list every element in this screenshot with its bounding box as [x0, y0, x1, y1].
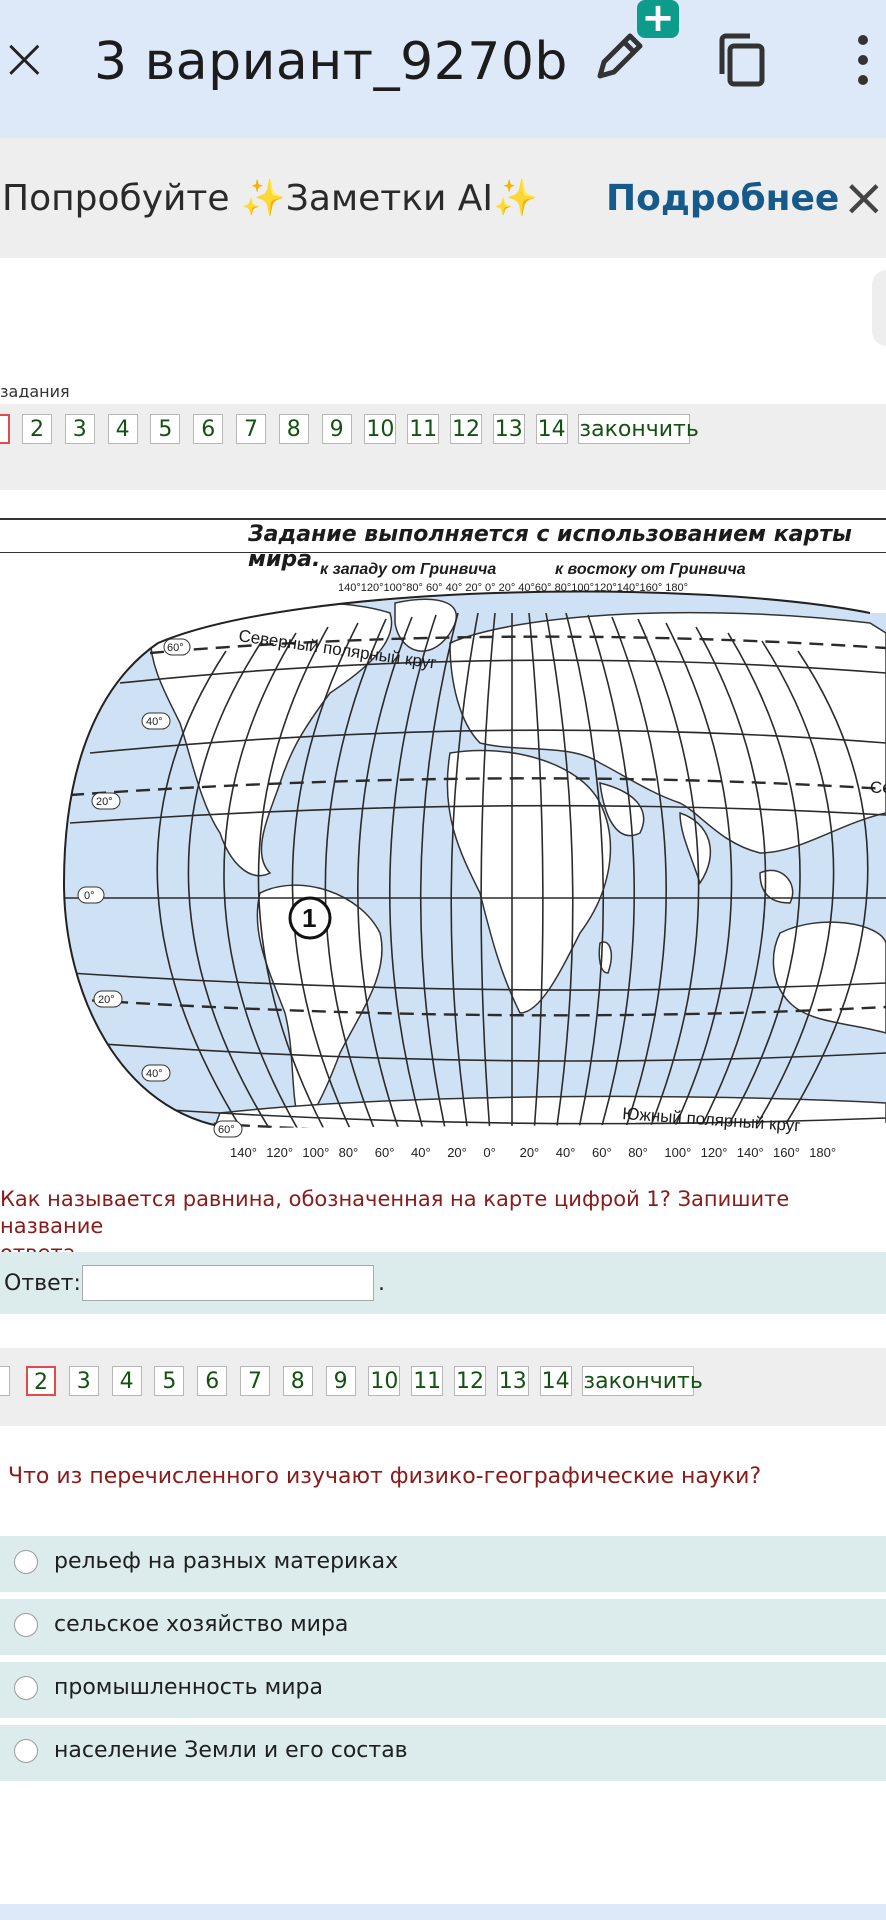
lat-label: 60°: [167, 642, 184, 654]
bottom-degree-tick: 120°: [701, 1145, 728, 1160]
bottom-degree-tick: 80°: [339, 1145, 359, 1160]
radio-button[interactable]: [14, 1739, 38, 1763]
page-button-12[interactable]: 12: [454, 1366, 486, 1396]
lat-label: 40°: [146, 716, 163, 728]
bottom-degree-tick: 40°: [556, 1145, 576, 1160]
answer-option[interactable]: промышленность мира: [0, 1662, 886, 1718]
page-button-4[interactable]: 4: [111, 1366, 142, 1396]
bottom-bar: [0, 1904, 886, 1920]
bottom-degree-tick: 100°: [302, 1145, 329, 1160]
bottom-degree-tick: 100°: [664, 1145, 691, 1160]
page-button-5[interactable]: 5: [150, 414, 181, 444]
west-label: к западу от Гринвича: [320, 561, 496, 578]
map-cut-label: Се: [870, 778, 886, 797]
page-button-8[interactable]: 8: [278, 414, 309, 444]
answer-option-label: население Земли и его состав: [54, 1738, 408, 1763]
page-button-9[interactable]: 9: [325, 1366, 356, 1396]
bottom-degree-tick: 40°: [411, 1145, 431, 1160]
close-icon[interactable]: ×: [0, 29, 49, 87]
answer-option-label: рельеф на разных материках: [54, 1549, 399, 1574]
east-label: к востоку от Гринвича: [555, 561, 746, 578]
answer-option-label: сельское хозяйство мира: [54, 1612, 349, 1637]
page-button-4[interactable]: 4: [107, 414, 138, 444]
page-button-11[interactable]: 11: [407, 414, 440, 444]
answer-option[interactable]: сельское хозяйство мира: [0, 1599, 886, 1655]
page-button-6[interactable]: 6: [193, 414, 224, 444]
finish-button[interactable]: закончить: [582, 1366, 703, 1396]
promo-learn-more-link[interactable]: Подробнее: [606, 175, 839, 223]
lat-label: 20°: [98, 994, 115, 1006]
side-scroll-handle[interactable]: [872, 270, 886, 346]
radio-button[interactable]: [14, 1676, 38, 1700]
answer-option-label: промышленность мира: [54, 1675, 323, 1700]
bottom-degree-tick: 60°: [375, 1145, 395, 1160]
more-vertical-icon[interactable]: [856, 32, 870, 88]
page-button-7[interactable]: 7: [240, 1366, 270, 1396]
bottom-degree-tick: 80°: [628, 1145, 648, 1160]
bottom-degree-scale: 140° 120° 100° 80° 60° 40° 20° 0° 20° 40° 60° 80° 10…: [230, 1145, 836, 1160]
document-title: 3 вариант_9270b: [94, 32, 568, 92]
lat-label: 40°: [146, 1068, 163, 1080]
page-button-14[interactable]: 14: [535, 414, 568, 444]
lat-label: 0°: [84, 890, 95, 902]
promo-text: Попробуйте ✨Заметки AI✨: [2, 178, 538, 219]
finish-button[interactable]: закончить: [578, 414, 699, 444]
answer-input[interactable]: [82, 1265, 374, 1301]
page-button-14[interactable]: 14: [539, 1366, 572, 1396]
page-button-2[interactable]: 2: [22, 414, 52, 444]
page-button-5[interactable]: 5: [154, 1366, 185, 1396]
answer-label: Ответ:: [4, 1271, 81, 1296]
copy-icon[interactable]: [714, 30, 770, 90]
page-button-9[interactable]: 9: [321, 414, 352, 444]
bottom-degree-tick: 20°: [520, 1145, 540, 1160]
bottom-degree-tick: 60°: [592, 1145, 612, 1160]
bottom-degree-tick: 160°: [773, 1145, 800, 1160]
page-button-11[interactable]: 11: [411, 1366, 444, 1396]
page-button-7[interactable]: 7: [236, 414, 266, 444]
pagination-top: 2 3 4 5 6 7 8 9 10 11 12 13 14 закончить: [0, 404, 886, 490]
page-button-13[interactable]: 13: [496, 1366, 529, 1396]
page-button-6[interactable]: 6: [197, 1366, 228, 1396]
bottom-degree-tick: 180°: [809, 1145, 836, 1160]
radio-button[interactable]: [14, 1550, 38, 1574]
map-marker-number: 1: [302, 903, 316, 933]
page-button-10[interactable]: 10: [368, 1366, 401, 1396]
page-button-3[interactable]: 3: [64, 414, 95, 444]
page-button-current[interactable]: [0, 414, 10, 444]
page-button-prev[interactable]: [0, 1366, 10, 1396]
page-button-2[interactable]: 2: [26, 1366, 56, 1396]
promo-close-icon[interactable]: ×: [842, 170, 886, 226]
bottom-degree-tick: 0°: [483, 1145, 495, 1160]
bottom-degree-tick: 140°: [737, 1145, 764, 1160]
bottom-degree-tick: 140°: [230, 1145, 257, 1160]
plus-icon[interactable]: +: [637, 0, 679, 38]
bottom-degree-tick: 20°: [447, 1145, 467, 1160]
map-frame-line: [0, 518, 886, 520]
page-button-13[interactable]: 13: [492, 414, 525, 444]
lat-label: 20°: [96, 796, 113, 808]
world-map: к западу от Гринвича к востоку от Гринви…: [62, 561, 886, 1160]
page-button-3[interactable]: 3: [68, 1366, 99, 1396]
answer-option[interactable]: рельеф на разных материках: [0, 1536, 886, 1592]
page-button-8[interactable]: 8: [282, 1366, 313, 1396]
answer-option[interactable]: население Земли и его состав: [0, 1725, 886, 1781]
radio-button[interactable]: [14, 1613, 38, 1637]
answer-suffix: .: [378, 1271, 385, 1296]
pagination-bottom: 2 3 4 5 6 7 8 9 10 11 12 13 14 закончить: [0, 1348, 886, 1426]
lat-label: 60°: [218, 1124, 235, 1136]
page-button-10[interactable]: 10: [364, 414, 397, 444]
question-1-line: Как называется равнина, обозначенная на …: [0, 1187, 790, 1238]
bottom-degree-tick: 120°: [266, 1145, 293, 1160]
page-button-12[interactable]: 12: [450, 414, 482, 444]
cut-off-text: задания: [0, 388, 70, 398]
question-2-text: Что из перечисленного изучают физико-гео…: [8, 1464, 762, 1489]
